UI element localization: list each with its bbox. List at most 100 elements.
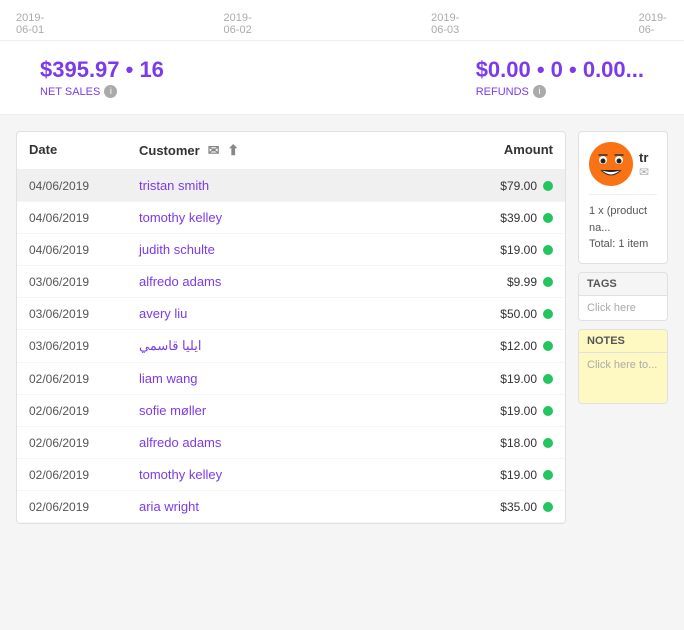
table-row[interactable]: 03/06/2019 avery liu $50.00 [17,298,565,330]
row-customer[interactable]: tomothy kelley [139,210,413,225]
tags-panel-body[interactable]: Click here [579,296,667,320]
row-amount: $18.00 [500,436,537,450]
status-dot [543,470,553,480]
chart-date-3: 2019-06-03 [431,12,469,36]
table-row[interactable]: 02/06/2019 tomothy kelley $19.00 [17,459,565,491]
table-row[interactable]: 02/06/2019 aria wright $35.00 [17,491,565,523]
row-amount: $35.00 [500,500,537,514]
customer-link[interactable]: judith schulte [139,242,215,257]
chart-date-1: 2019-06-01 [16,12,54,36]
net-sales-value: $395.97 • 16 [40,57,164,83]
avatar [589,142,633,186]
avatar-svg [589,142,633,186]
row-customer[interactable]: tomothy kelley [139,467,413,482]
row-amount-cell: $35.00 [473,500,553,514]
notes-panel-body[interactable]: Click here to... [579,353,667,403]
email-filter-icon[interactable]: ✉ [208,142,220,159]
customer-link[interactable]: sofie møller [139,403,206,418]
row-customer[interactable]: alfredo adams [139,435,413,450]
customer-link[interactable]: aria wright [139,499,199,514]
row-amount-cell: $19.00 [473,243,553,257]
row-date: 02/06/2019 [29,500,139,514]
net-sales-label: NET SALES i [40,85,164,98]
col-header-amount: Amount [473,142,553,159]
customer-link[interactable]: alfredo adams [139,435,221,450]
tags-panel: TAGS Click here [578,272,668,321]
row-customer[interactable]: aria wright [139,499,413,514]
row-customer[interactable]: sofie møller [139,403,413,418]
customer-link[interactable]: ايليا قاسمي [139,338,201,353]
table-row[interactable]: 03/06/2019 ايليا قاسمي $12.00 [17,330,565,363]
row-customer[interactable]: tristan smith [139,178,413,193]
row-amount: $19.00 [500,404,537,418]
row-customer[interactable]: ايليا قاسمي [139,338,413,354]
row-date: 03/06/2019 [29,275,139,289]
net-sales-info-icon[interactable]: i [104,85,117,98]
row-amount-cell: $39.00 [473,211,553,225]
row-date: 04/06/2019 [29,243,139,257]
refunds-info-icon[interactable]: i [533,85,546,98]
col-header-date: Date [29,142,139,159]
status-dot [543,213,553,223]
row-amount: $19.00 [500,468,537,482]
customer-link[interactable]: tomothy kelley [139,210,222,225]
notes-panel: NOTES Click here to... [578,329,668,404]
notes-panel-header: NOTES [579,330,667,353]
customer-link[interactable]: avery liu [139,306,187,321]
row-amount-cell: $19.00 [473,372,553,386]
right-panel: tr ✉ 1 x (product na... Total: 1 item TA… [578,131,668,524]
refunds-value: $0.00 • 0 • 0.00... [476,57,644,83]
row-amount: $12.00 [500,339,537,353]
chart-date-4: 2019-06- [639,12,668,36]
table-row[interactable]: 02/06/2019 alfredo adams $18.00 [17,427,565,459]
customer-link[interactable]: tomothy kelley [139,467,222,482]
row-date: 02/06/2019 [29,372,139,386]
row-date: 03/06/2019 [29,307,139,321]
product-info: 1 x (product na... Total: 1 item [589,203,657,253]
status-dot [543,277,553,287]
table-row[interactable]: 04/06/2019 tristan smith $79.00 [17,170,565,202]
row-amount-cell: $12.00 [473,339,553,353]
export-icon[interactable]: ⬆ [227,142,239,159]
row-date: 02/06/2019 [29,468,139,482]
col-header-customer: Customer ✉ ⬆ [139,142,413,159]
row-amount-cell: $19.00 [473,468,553,482]
customer-link[interactable]: alfredo adams [139,274,221,289]
row-customer[interactable]: liam wang [139,371,413,386]
row-amount: $9.99 [507,275,537,289]
customer-email-icon[interactable]: ✉ [639,165,649,179]
customer-link[interactable]: liam wang [139,371,198,386]
main-content: Date Customer ✉ ⬆ Amount 04/06/2019 tris… [0,131,684,524]
row-amount: $50.00 [500,307,537,321]
refunds-label: REFUNDS i [476,85,644,98]
table-row[interactable]: 04/06/2019 judith schulte $19.00 [17,234,565,266]
status-dot [543,245,553,255]
row-amount-cell: $18.00 [473,436,553,450]
row-customer[interactable]: avery liu [139,306,413,321]
refunds-block: $0.00 • 0 • 0.00... REFUNDS i [476,57,644,98]
table-row[interactable]: 02/06/2019 sofie møller $19.00 [17,395,565,427]
row-amount: $19.00 [500,243,537,257]
chart-dates: 2019-06-01 2019-06-02 2019-06-03 2019-06… [16,8,668,40]
orders-table-panel: Date Customer ✉ ⬆ Amount 04/06/2019 tris… [16,131,566,524]
customer-name-short: tr [639,150,649,165]
table-row[interactable]: 02/06/2019 liam wang $19.00 [17,363,565,395]
row-amount-cell: $79.00 [473,179,553,193]
row-date: 02/06/2019 [29,404,139,418]
table-row[interactable]: 04/06/2019 tomothy kelley $39.00 [17,202,565,234]
row-date: 04/06/2019 [29,211,139,225]
customer-avatar-row: tr ✉ [589,142,649,186]
row-amount: $79.00 [500,179,537,193]
table-row[interactable]: 03/06/2019 alfredo adams $9.99 [17,266,565,298]
status-dot [543,438,553,448]
row-customer[interactable]: judith schulte [139,242,413,257]
row-date: 03/06/2019 [29,339,139,353]
chart-area: 2019-06-01 2019-06-02 2019-06-03 2019-06… [0,0,684,41]
product-line: 1 x (product na... [589,203,657,236]
customer-link[interactable]: tristan smith [139,178,209,193]
orders-table-body: 04/06/2019 tristan smith $79.00 04/06/20… [17,170,565,523]
customer-info-short: tr ✉ [639,150,649,179]
tags-panel-header: TAGS [579,273,667,296]
net-sales-block: $395.97 • 16 NET SALES i [40,57,164,98]
row-customer[interactable]: alfredo adams [139,274,413,289]
